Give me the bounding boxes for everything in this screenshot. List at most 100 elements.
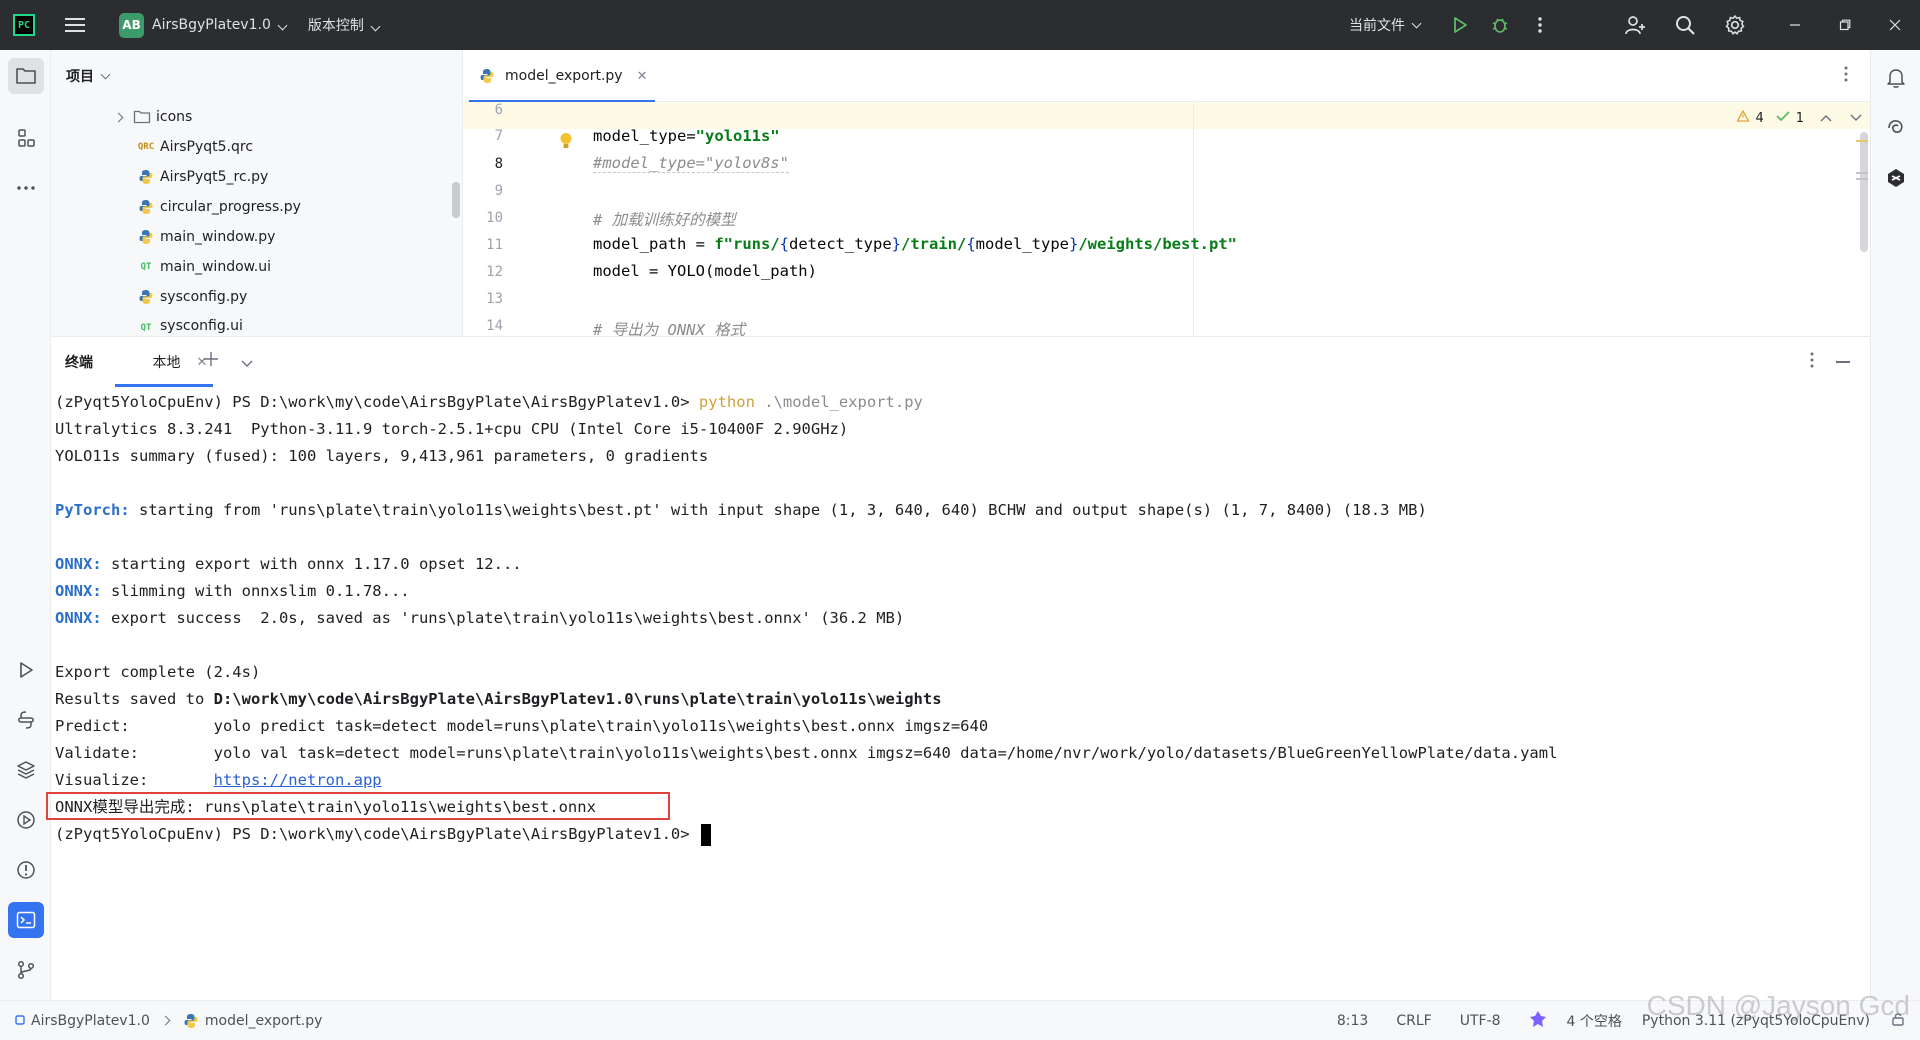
- terminal-tabs: 终端 本地 ✕: [51, 337, 1870, 387]
- project-switcher[interactable]: AirsBgyPlatev1.0: [152, 17, 288, 33]
- code-line: model_type="yolo11s": [593, 127, 780, 145]
- project-scrollbar[interactable]: [452, 182, 460, 218]
- git-icon[interactable]: [8, 952, 44, 988]
- code-line: # 加载训练好的模型: [593, 211, 736, 229]
- file-encoding[interactable]: UTF-8: [1460, 1013, 1501, 1029]
- watermark: CSDN @Jayson Gcd: [1646, 990, 1910, 1021]
- python-console-icon[interactable]: [8, 702, 44, 738]
- check-icon: [1776, 110, 1790, 126]
- close-tab-icon[interactable]: ✕: [637, 69, 648, 84]
- problems-icon[interactable]: [8, 852, 44, 888]
- terminal-panel: 终端 本地 ✕ (zPyqt5YoloCpuEnv) PS D:\work\my…: [46, 336, 1870, 1000]
- tree-item-file[interactable]: QRC AirsPyqt5.qrc: [51, 132, 462, 162]
- breadcrumb-separator-icon: [160, 1015, 171, 1026]
- project-badge[interactable]: AB: [119, 12, 144, 38]
- notifications-bell-icon[interactable]: [1880, 62, 1912, 94]
- prev-highlight-icon[interactable]: [1820, 111, 1832, 126]
- project-icon: [15, 1013, 25, 1029]
- code-line: model_path = f"runs/{detect_type}/train/…: [593, 235, 1237, 253]
- terminal-line: Visualize: https://netron.app: [55, 771, 382, 789]
- line-number: 8: [494, 156, 503, 172]
- python-packages-icon[interactable]: [8, 752, 44, 788]
- line-separator[interactable]: CRLF: [1396, 1013, 1431, 1029]
- code-line: model = YOLO(model_path): [593, 262, 817, 280]
- terminal-prompt-line: (zPyqt5YoloCpuEnv) PS D:\work\my\code\Ai…: [55, 821, 711, 848]
- caret-position[interactable]: 8:13: [1337, 1013, 1368, 1029]
- line-number: 12: [486, 264, 503, 280]
- hide-terminal-icon[interactable]: [1836, 361, 1850, 363]
- inspection-widget[interactable]: 4 1: [1737, 110, 1862, 126]
- line-number: 6: [494, 102, 503, 118]
- python-file-icon: [136, 197, 156, 217]
- netron-link[interactable]: https://netron.app: [214, 771, 382, 789]
- breadcrumb-file[interactable]: model_export.py: [205, 1013, 323, 1029]
- terminal-line: Results saved to D:\work\my\code\AirsBgy…: [55, 690, 942, 708]
- restore-window-icon[interactable]: [1820, 0, 1870, 50]
- structure-tool-button[interactable]: [8, 120, 44, 156]
- terminal-line: Export complete (2.4s): [55, 663, 261, 681]
- run-tool-button[interactable]: [8, 652, 44, 688]
- editor-tab-menu-icon[interactable]: [1844, 66, 1848, 86]
- editor-tabs: model_export.py ✕: [463, 50, 1870, 103]
- tree-item-file[interactable]: main_window.py: [51, 222, 462, 252]
- new-terminal-tab-icon[interactable]: [203, 348, 219, 373]
- left-tool-strip: [0, 50, 51, 1000]
- status-bar: AirsBgyPlatev1.0 model_export.py 8:13 CR…: [0, 1000, 1920, 1040]
- tree-item-file[interactable]: circular_progress.py: [51, 192, 462, 222]
- line-number: 11: [486, 237, 503, 253]
- code-line: #model_type="yolov8s": [593, 154, 789, 173]
- right-tool-strip: [1870, 50, 1920, 1000]
- line-number: 9: [494, 183, 503, 199]
- minimize-window-icon[interactable]: [1770, 0, 1820, 50]
- ai-assistant-icon[interactable]: [1880, 112, 1912, 144]
- project-tool-button[interactable]: [8, 58, 44, 94]
- tree-item-folder[interactable]: icons: [51, 102, 462, 132]
- qt-ui-file-icon: QT: [140, 323, 152, 333]
- tree-item-file[interactable]: QT main_window.ui: [51, 252, 462, 282]
- pycharm-logo-icon[interactable]: PC: [13, 14, 35, 36]
- folder-icon: [132, 107, 152, 127]
- terminal-tool-button[interactable]: [8, 902, 44, 938]
- search-icon[interactable]: [1660, 0, 1710, 50]
- terminal-cursor: [700, 823, 711, 846]
- qrc-file-icon: QRC: [137, 142, 155, 152]
- code-area[interactable]: model_type="yolo11s" #model_type="yolov8…: [553, 102, 1870, 336]
- tree-item-file[interactable]: AirsPyqt5_rc.py: [51, 162, 462, 192]
- ai-status-icon[interactable]: [1529, 1010, 1547, 1032]
- more-tools-icon[interactable]: [8, 170, 44, 206]
- indent-setting[interactable]: 4 个空格: [1567, 1011, 1622, 1031]
- more-actions-icon[interactable]: [1520, 0, 1560, 50]
- services-icon[interactable]: [8, 802, 44, 838]
- terminal-line: (zPyqt5YoloCpuEnv) PS D:\work\my\code\Ai…: [55, 393, 923, 411]
- python-file-icon: [136, 227, 156, 247]
- settings-gear-icon[interactable]: [1710, 0, 1760, 50]
- close-window-icon[interactable]: [1870, 0, 1920, 50]
- tree-item-file[interactable]: sysconfig.py: [51, 282, 462, 312]
- debug-icon[interactable]: [1480, 0, 1520, 50]
- next-highlight-icon[interactable]: [1850, 111, 1862, 126]
- code-with-me-icon[interactable]: [1610, 0, 1660, 50]
- tab-model-export[interactable]: model_export.py ✕: [463, 50, 655, 103]
- expand-chevron-icon[interactable]: [113, 112, 124, 122]
- terminal-options-icon[interactable]: [1810, 352, 1814, 372]
- project-panel-header[interactable]: 项目: [51, 50, 462, 102]
- terminal-dropdown-icon[interactable]: [241, 356, 253, 372]
- main-menu-icon[interactable]: [65, 18, 85, 32]
- terminal-title: 终端: [65, 355, 93, 371]
- editor-scrollbar[interactable]: [1854, 132, 1870, 282]
- terminal-output[interactable]: (zPyqt5YoloCpuEnv) PS D:\work\my\code\Ai…: [46, 387, 1870, 1000]
- run-config-selector[interactable]: 当前文件: [1349, 15, 1422, 35]
- line-number: 14: [486, 318, 503, 334]
- tree-item-file[interactable]: QT sysconfig.ui: [51, 312, 462, 336]
- copilot-icon[interactable]: [1880, 162, 1912, 194]
- title-bar: PC AB AirsBgyPlatev1.0 版本控制 当前文件: [0, 0, 1920, 50]
- line-number: 7: [494, 128, 503, 144]
- run-icon[interactable]: [1440, 0, 1480, 50]
- vcs-menu[interactable]: 版本控制: [308, 15, 381, 35]
- python-file-icon: [136, 287, 156, 307]
- terminal-line: Validate: yolo val task=detect model=run…: [55, 744, 1558, 762]
- python-file-icon: [183, 1013, 199, 1029]
- line-number: 13: [486, 291, 503, 307]
- check-count: 1: [1795, 110, 1804, 126]
- breadcrumb-project[interactable]: AirsBgyPlatev1.0: [31, 1013, 150, 1029]
